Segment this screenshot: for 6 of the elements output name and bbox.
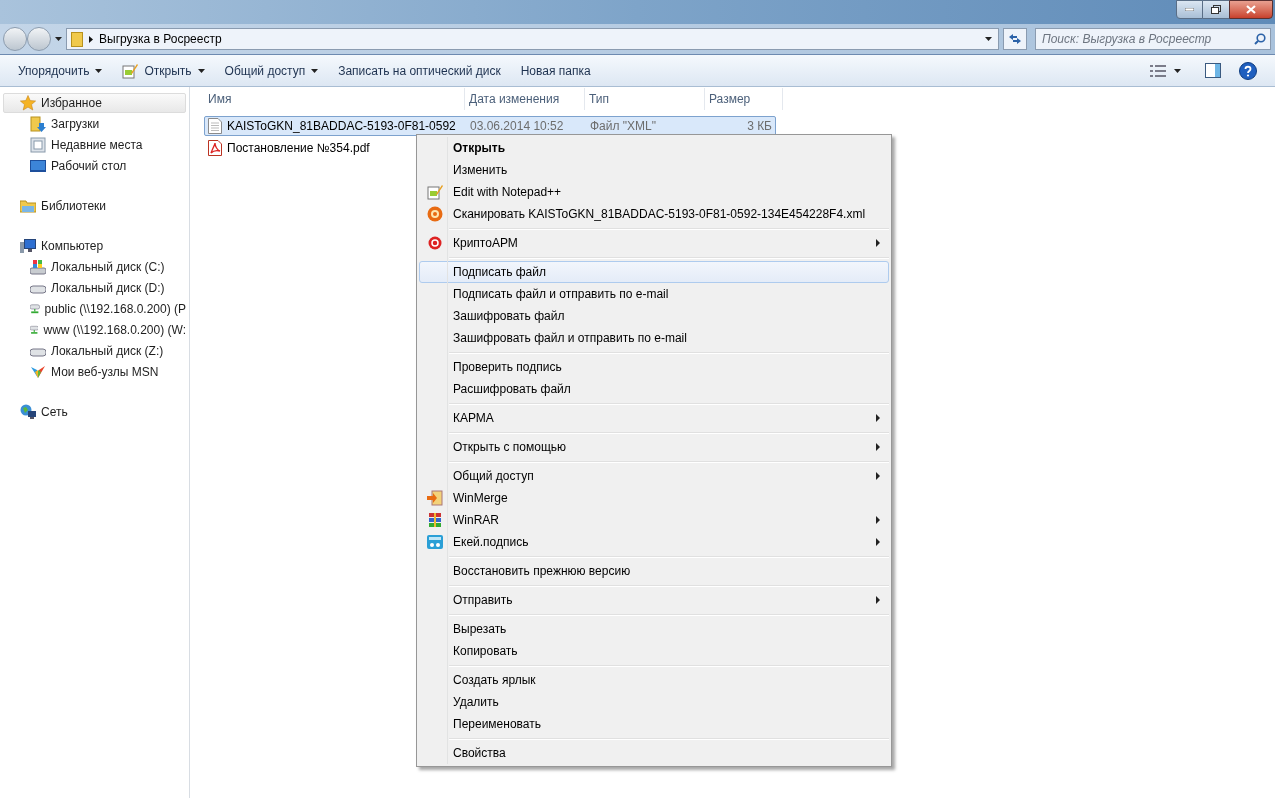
file-name: KAISToGKN_81BADDAC-5193-0F81-0592 [227,118,456,135]
file-name: Постановление №354.pdf [227,140,370,157]
file-date: 03.06.2014 10:52 [469,118,565,135]
address-path: Выгрузка в Росреестр [99,31,223,48]
file-size: 3 КБ [746,118,772,135]
file-type: Файл "XML" [589,118,658,135]
